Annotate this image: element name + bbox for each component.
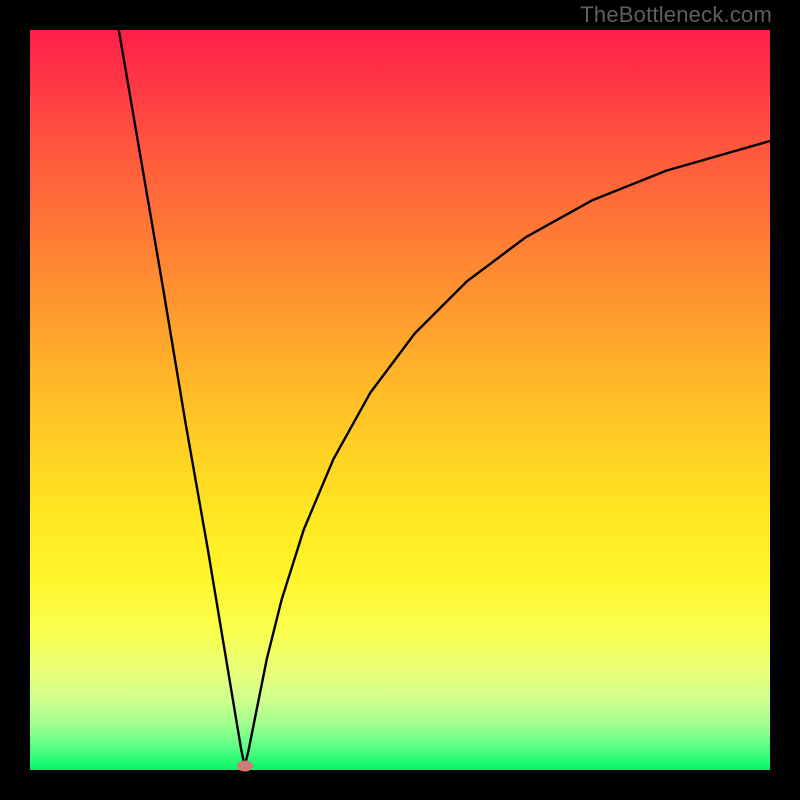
plot-area <box>30 30 770 770</box>
bottleneck-marker <box>237 761 253 772</box>
chart-frame: TheBottleneck.com <box>0 0 800 800</box>
bottleneck-curve <box>30 30 770 770</box>
watermark-text: TheBottleneck.com <box>580 2 772 28</box>
